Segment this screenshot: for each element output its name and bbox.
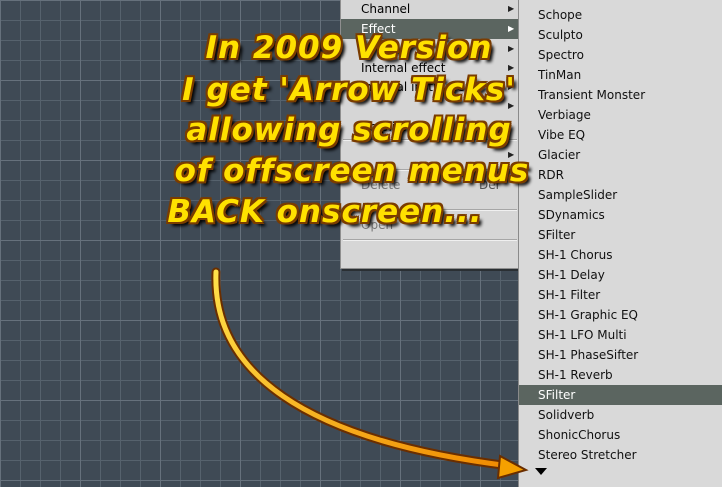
- annotation-line: In 2009 Version: [205, 30, 493, 66]
- annotation-line: I get 'Arrow Ticks': [182, 72, 516, 108]
- annotation-line: BACK onscreen...: [167, 194, 483, 230]
- annotation-line: allowing scrolling: [186, 112, 512, 148]
- arrow-head-icon: [496, 454, 529, 480]
- annotation-line: of offscreen menus: [174, 153, 530, 189]
